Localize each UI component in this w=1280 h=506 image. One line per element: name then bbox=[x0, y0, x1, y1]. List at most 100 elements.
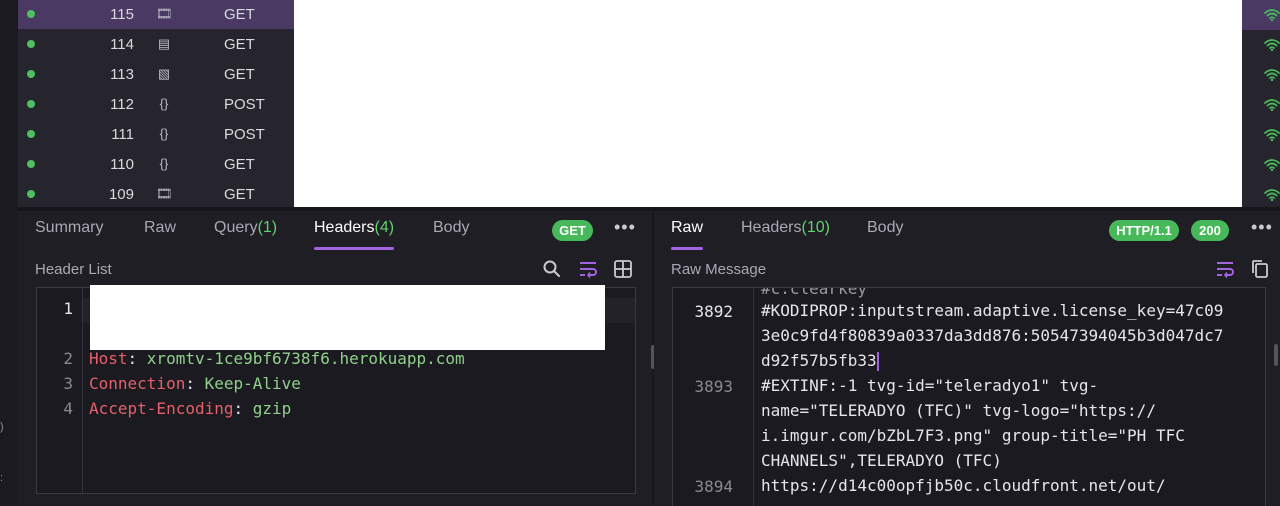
status-dot bbox=[27, 40, 35, 48]
wifi-icon bbox=[1264, 99, 1280, 111]
request-method: GET bbox=[224, 186, 255, 203]
request-list: 115 🎞 GET 114 ▤ GET 113 ▧ GET 112{} POST 111{} POST 1… bbox=[18, 0, 294, 207]
active-tab-underline bbox=[314, 247, 395, 250]
edge-glyph: ) bbox=[0, 421, 4, 433]
request-method: GET bbox=[224, 156, 255, 173]
text-cursor bbox=[876, 352, 879, 371]
code-line: name="TELERADYO (TFC)" tvg-logo="https:/… bbox=[761, 401, 1156, 420]
more-options-button[interactable]: ••• bbox=[1251, 217, 1273, 238]
raw-message-editor[interactable]: #c:clearkey 3892 #KODIPROP:inputstream.a… bbox=[672, 287, 1266, 506]
tab-headers[interactable]: Headers(4) bbox=[314, 219, 395, 250]
more-options-button[interactable]: ••• bbox=[614, 217, 636, 238]
wifi-icon bbox=[1264, 189, 1280, 201]
request-row[interactable]: 114 ▤ GET bbox=[18, 29, 294, 59]
line-number: 4 bbox=[63, 399, 73, 418]
left-edge-strip: ) : bbox=[0, 0, 18, 505]
film-icon: 🎞 bbox=[156, 6, 173, 21]
request-id: 114 bbox=[110, 36, 134, 53]
line-number: 3892 bbox=[694, 302, 733, 321]
status-dot bbox=[27, 190, 35, 198]
request-method: GET bbox=[224, 6, 255, 23]
line-number: 3894 bbox=[694, 477, 733, 496]
active-tab-underline bbox=[671, 247, 704, 250]
redacted-line bbox=[90, 285, 605, 350]
word-wrap-icon[interactable] bbox=[1215, 259, 1235, 279]
raw-message-title: Raw Message bbox=[671, 261, 767, 278]
tab-raw-response[interactable]: Raw bbox=[671, 219, 704, 250]
header-value: gzip bbox=[252, 399, 292, 418]
edge-glyph: : bbox=[0, 472, 4, 484]
method-badge: GET bbox=[552, 220, 593, 241]
table-view-icon[interactable] bbox=[613, 259, 633, 279]
tab-query-label: Query bbox=[214, 219, 258, 236]
header-value: xromtv-1ce9bf6738f6.herokuapp.com bbox=[146, 349, 465, 368]
header-colon: : bbox=[185, 374, 205, 393]
tab-response-body[interactable]: Body bbox=[867, 219, 903, 237]
request-id: 115 bbox=[110, 6, 134, 23]
wifi-icon bbox=[1264, 9, 1280, 21]
code-text: d92f57b5fb33 bbox=[761, 351, 877, 370]
request-id: 112 bbox=[110, 96, 134, 113]
request-row[interactable]: 113 ▧ GET bbox=[18, 59, 294, 89]
tab-raw-response-label: Raw bbox=[671, 219, 704, 236]
tab-summary[interactable]: Summary bbox=[35, 219, 103, 237]
request-id: 110 bbox=[110, 156, 134, 173]
header-value: Keep-Alive bbox=[204, 374, 301, 393]
code-line: https://d14c00opfjb50c.cloudfront.net/ou… bbox=[761, 476, 1166, 495]
tab-response-headers[interactable]: Headers(10) bbox=[741, 219, 830, 237]
line-number: 1 bbox=[63, 299, 73, 318]
header-colon: : bbox=[233, 399, 253, 418]
request-method: POST bbox=[224, 96, 265, 113]
request-row[interactable]: 112 {} POST bbox=[18, 89, 294, 119]
wifi-icon bbox=[1264, 129, 1280, 141]
status-dot bbox=[27, 130, 35, 138]
status-dot bbox=[27, 70, 35, 78]
wifi-icon bbox=[1264, 159, 1280, 171]
header-key: Accept-Encoding bbox=[89, 399, 234, 418]
header-key: Host bbox=[89, 349, 128, 368]
response-pane: Raw Headers(10) Body HTTP/1.1 200 ••• Ra… bbox=[654, 211, 1280, 506]
request-method: GET bbox=[224, 36, 255, 53]
request-row[interactable]: 115 🎞 GET bbox=[18, 0, 294, 29]
header-line: Accept-Encoding: gzip bbox=[89, 396, 291, 421]
header-line: Connection: Keep-Alive bbox=[89, 371, 301, 396]
tab-response-headers-label: Headers bbox=[741, 219, 802, 236]
word-wrap-icon[interactable] bbox=[578, 259, 598, 279]
tab-query[interactable]: Query(1) bbox=[214, 219, 277, 237]
tab-raw[interactable]: Raw bbox=[144, 219, 176, 237]
json-icon: {} bbox=[159, 96, 169, 111]
search-icon[interactable] bbox=[542, 259, 562, 279]
tab-body[interactable]: Body bbox=[433, 219, 469, 237]
request-method: POST bbox=[224, 126, 265, 143]
tab-query-count: (1) bbox=[257, 219, 278, 236]
line-number: 2 bbox=[63, 349, 73, 368]
json-icon: {} bbox=[159, 156, 169, 171]
status-dot bbox=[27, 10, 35, 18]
code-line: #EXTINF:-1 tvg-id="teleradyo1" tvg- bbox=[761, 376, 1099, 395]
image-icon: ▧ bbox=[157, 66, 171, 81]
request-row[interactable]: 109 🎞 GET bbox=[18, 179, 294, 209]
wifi-icon bbox=[1264, 39, 1280, 51]
line-number: 3893 bbox=[694, 377, 733, 396]
film-icon: 🎞 bbox=[156, 186, 173, 201]
request-method: GET bbox=[224, 66, 255, 83]
status-dot bbox=[27, 160, 35, 168]
connection-status-strip bbox=[1242, 0, 1280, 207]
tab-response-headers-count: (10) bbox=[801, 219, 830, 236]
header-key: Connection bbox=[89, 374, 186, 393]
code-line: 3e0c9fd4f80839a0337da3dd876:50547394045b… bbox=[761, 326, 1224, 345]
code-line: d92f57b5fb33 bbox=[761, 348, 879, 373]
right-pane-scrollbar[interactable] bbox=[1274, 344, 1278, 366]
status-code-badge: 200 bbox=[1191, 220, 1229, 241]
copy-icon[interactable] bbox=[1250, 259, 1270, 279]
tab-headers-count: (4) bbox=[374, 219, 395, 236]
request-row[interactable]: 110 {} GET bbox=[18, 149, 294, 179]
request-row[interactable]: 111 {} POST bbox=[18, 119, 294, 149]
status-dot bbox=[27, 100, 35, 108]
code-line: i.imgur.com/bZbL7F3.png" group-title="PH… bbox=[761, 426, 1185, 445]
request-pane: Summary Raw Query(1) Headers(4) Body GET… bbox=[18, 211, 652, 505]
wifi-icon bbox=[1264, 69, 1280, 81]
document-icon: ▤ bbox=[157, 36, 171, 51]
request-id: 109 bbox=[108, 186, 134, 203]
code-line: #KODIPROP:inputstream.adaptive.license_k… bbox=[761, 301, 1224, 320]
